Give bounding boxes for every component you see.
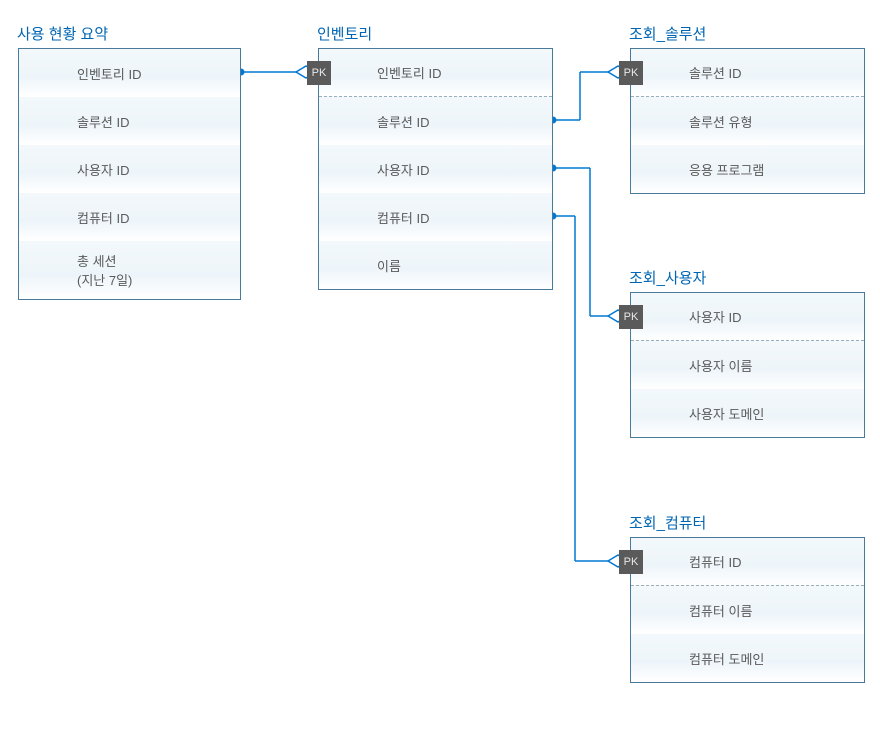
entity-lookup-computer: 조회_컴퓨터 PK 컴퓨터 ID 컴퓨터 이름 컴퓨터 도메인: [630, 537, 865, 683]
field-label: 사용자 ID: [77, 160, 130, 179]
field-user-id: 사용자 ID: [319, 145, 552, 193]
field-application: 응용 프로그램: [631, 145, 864, 193]
field-label: 인벤토리 ID: [77, 64, 141, 83]
field-computer-name: 컴퓨터 이름: [631, 586, 864, 634]
field-label: 사용자 도메인: [689, 404, 764, 423]
field-label: 컴퓨터 ID: [377, 208, 430, 227]
field-label: 이름: [377, 256, 401, 275]
entity-title: 조회_사용자: [629, 267, 706, 288]
connector-inventory-computer: [550, 213, 629, 568]
pk-badge: PK: [619, 305, 643, 329]
field-label: 응용 프로그램: [689, 160, 764, 179]
field-label: 솔루션 유형: [689, 112, 752, 131]
field-label: 컴퓨터 이름: [689, 601, 752, 620]
connector-inventory-user: [550, 165, 629, 323]
field-user-name: 사용자 이름: [631, 341, 864, 389]
field-total-sessions: 총 세션 (지난 7일): [19, 241, 240, 299]
field-label: 컴퓨터 ID: [77, 208, 130, 227]
er-diagram-canvas: 사용 현황 요약 인벤토리 ID 솔루션 ID 사용자 ID 컴퓨터 ID 총 …: [0, 0, 880, 752]
field-label: 솔루션 ID: [77, 112, 130, 131]
field-solution-type: 솔루션 유형: [631, 97, 864, 145]
field-name: 이름: [319, 241, 552, 289]
entity-title: 사용 현황 요약: [17, 23, 108, 44]
connector-inventory-solution: [550, 66, 629, 124]
entity-usage-summary: 사용 현황 요약 인벤토리 ID 솔루션 ID 사용자 ID 컴퓨터 ID 총 …: [18, 48, 241, 300]
field-label: 컴퓨터 ID: [689, 552, 742, 571]
field-inventory-id: PK 인벤토리 ID: [319, 49, 552, 97]
field-label: 솔루션 ID: [377, 112, 430, 131]
field-user-id: 사용자 ID: [19, 145, 240, 193]
field-label: 솔루션 ID: [689, 63, 742, 82]
entity-title: 조회_컴퓨터: [629, 512, 706, 533]
field-label: 사용자 이름: [689, 356, 752, 375]
field-label: 총 세션 (지난 7일): [77, 251, 132, 289]
field-label: 사용자 ID: [689, 307, 742, 326]
field-computer-id: PK 컴퓨터 ID: [631, 538, 864, 586]
entity-title: 인벤토리: [317, 23, 372, 44]
field-computer-domain: 컴퓨터 도메인: [631, 634, 864, 682]
entity-lookup-user: 조회_사용자 PK 사용자 ID 사용자 이름 사용자 도메인: [630, 292, 865, 438]
field-solution-id: PK 솔루션 ID: [631, 49, 864, 97]
field-solution-id: 솔루션 ID: [319, 97, 552, 145]
connector-usage-inventory: [238, 66, 317, 78]
field-inventory-id: 인벤토리 ID: [19, 49, 240, 97]
entity-lookup-solution: 조회_솔루션 PK 솔루션 ID 솔루션 유형 응용 프로그램: [630, 48, 865, 194]
entity-inventory: 인벤토리 PK 인벤토리 ID 솔루션 ID 사용자 ID 컴퓨터 ID 이름: [318, 48, 553, 290]
pk-badge: PK: [619, 550, 643, 574]
field-label: 사용자 ID: [377, 160, 430, 179]
field-user-id: PK 사용자 ID: [631, 293, 864, 341]
pk-badge: PK: [307, 61, 331, 85]
field-solution-id: 솔루션 ID: [19, 97, 240, 145]
entity-title: 조회_솔루션: [629, 23, 706, 44]
field-label: 컴퓨터 도메인: [689, 649, 764, 668]
field-computer-id: 컴퓨터 ID: [19, 193, 240, 241]
field-user-domain: 사용자 도메인: [631, 389, 864, 437]
field-computer-id: 컴퓨터 ID: [319, 193, 552, 241]
field-label: 인벤토리 ID: [377, 63, 441, 82]
pk-badge: PK: [619, 61, 643, 85]
